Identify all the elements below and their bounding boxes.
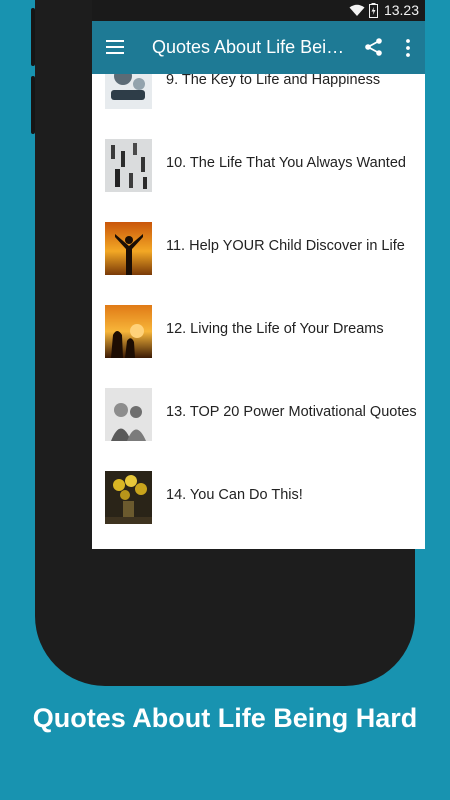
item-title: 11. Help YOUR Child Discover in Life xyxy=(166,238,405,254)
item-title: 12. Living the Life of Your Dreams xyxy=(166,321,384,337)
status-bar: 13.23 xyxy=(92,0,425,21)
more-options-icon[interactable] xyxy=(402,38,414,58)
status-time: 13.23 xyxy=(383,2,419,18)
phone-side-button xyxy=(31,76,35,134)
status-icons: 13.23 xyxy=(349,2,419,18)
list-item[interactable]: 14. You Can Do This! xyxy=(92,455,425,538)
promo-caption: Quotes About Life Being Hard xyxy=(32,703,418,733)
wifi-icon xyxy=(349,4,365,16)
item-title: 9. The Key to Life and Happiness xyxy=(166,74,381,88)
thumbnail-image xyxy=(105,222,152,275)
app-bar: Quotes About Life Being Hard xyxy=(92,21,425,74)
thumbnail-image xyxy=(105,139,152,192)
list-item[interactable]: 12. Living the Life of Your Dreams xyxy=(92,289,425,372)
app-screen: 13.23 Quotes About Life Being Hard xyxy=(92,0,425,549)
article-list: 9. The Key to Life and Happiness 10. The… xyxy=(92,74,425,549)
thumbnail-image xyxy=(105,305,152,358)
phone-side-button xyxy=(31,8,35,66)
list-item[interactable]: 13. TOP 20 Power Motivational Quotes xyxy=(92,372,425,455)
phone-frame: 13.23 Quotes About Life Being Hard xyxy=(31,0,425,686)
thumbnail-image xyxy=(105,471,152,524)
hamburger-menu-icon[interactable] xyxy=(106,40,124,54)
app-title: Quotes About Life Being Hard xyxy=(152,37,349,57)
item-title: 14. You Can Do This! xyxy=(166,487,303,503)
list-item[interactable]: 10. The Life That You Always Wanted xyxy=(92,123,425,206)
item-title: 13. TOP 20 Power Motivational Quotes xyxy=(166,404,417,420)
list-item[interactable]: 11. Help YOUR Child Discover in Life xyxy=(92,206,425,289)
thumbnail-image xyxy=(105,388,152,441)
list-item[interactable]: 9. The Key to Life and Happiness xyxy=(92,74,425,123)
thumbnail-image xyxy=(105,74,152,109)
item-title: 10. The Life That You Always Wanted xyxy=(166,155,406,171)
battery-icon xyxy=(368,2,378,18)
share-icon[interactable] xyxy=(364,37,384,57)
